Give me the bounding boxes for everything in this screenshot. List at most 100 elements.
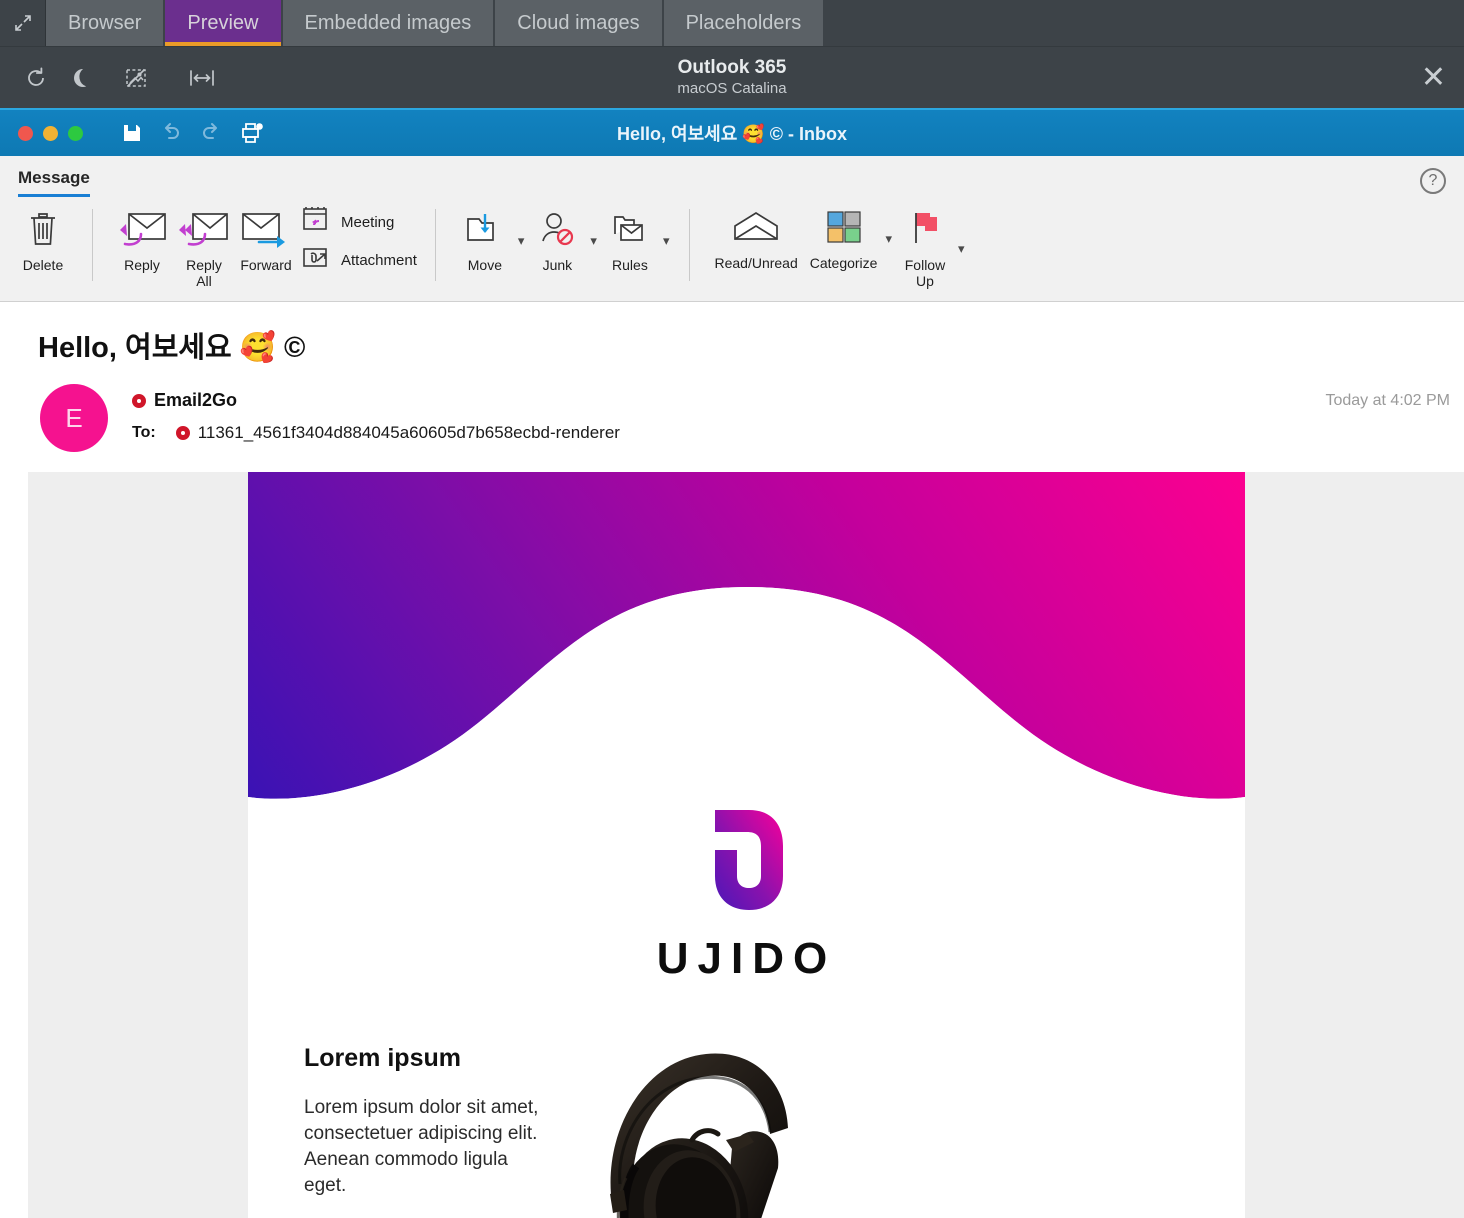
close-icon[interactable]: ✕ — [1421, 62, 1446, 93]
brand-wordmark: UJIDO — [656, 934, 837, 983]
minimize-yellow-dot[interactable] — [43, 125, 58, 141]
junk-label: Junk — [542, 257, 573, 273]
ribbon-separator — [689, 209, 691, 281]
ribbon-group-delete: Delete — [0, 205, 86, 291]
promo-heading: Lorem ipsum — [304, 1044, 461, 1072]
folder-move-icon — [462, 207, 508, 253]
traffic-lights — [0, 125, 83, 141]
maximize-green-dot[interactable] — [68, 125, 83, 141]
ujido-u-logo-icon — [701, 806, 793, 914]
hero-banner — [248, 472, 1245, 802]
hero-wave-shape — [248, 587, 1245, 802]
categorize-squares-icon — [821, 205, 867, 251]
move-button[interactable]: Move — [454, 205, 516, 275]
attachment-icon — [301, 244, 333, 277]
promo-section: Lorem ipsum Lorem ipsum dolor sit amet, … — [248, 984, 1245, 1218]
read-unread-button[interactable]: Read/Unread — [708, 205, 803, 271]
recipient-row: To: 11361_4561f3404d884045a60605d7b658ec… — [132, 423, 620, 443]
forward-envelope-icon — [239, 207, 293, 253]
respond-stacked-actions: Meeting Attachment — [297, 205, 417, 277]
follow-up-button[interactable]: Follow Up — [894, 205, 956, 291]
to-label: To: — [132, 424, 156, 441]
outlook-window: Hello, 여보세요 🥰 © - Inbox Message ? Delete… — [0, 108, 1464, 1218]
ribbon-tab-strip: Message — [0, 156, 1464, 197]
ribbon-group-move: Move ▾ Junk ▾ Rules ▾ — [442, 205, 684, 291]
undo-icon[interactable] — [159, 122, 183, 144]
ribbon-tab-message[interactable]: Message — [18, 168, 90, 197]
categorize-split-button[interactable]: Categorize ▾ — [804, 205, 894, 271]
dark-mode-moon-icon[interactable] — [64, 56, 108, 100]
trash-icon — [26, 207, 60, 253]
rules-split-button[interactable]: Rules ▾ — [599, 205, 672, 275]
follow-up-split-button[interactable]: Follow Up ▾ — [894, 205, 967, 291]
tab-label: Cloud images — [517, 11, 640, 34]
delete-button[interactable]: Delete — [12, 205, 74, 275]
ribbon-group-respond: Reply Reply All Forward Meeting Attachme… — [99, 205, 429, 291]
move-split-button[interactable]: Move ▾ — [454, 205, 527, 275]
refresh-icon[interactable] — [14, 56, 58, 100]
message-timestamp: Today at 4:02 PM — [1325, 392, 1450, 409]
presence-busy-icon — [132, 393, 146, 408]
preview-toolbar-icons — [0, 56, 224, 100]
tab-embedded-images[interactable]: Embedded images — [282, 0, 496, 46]
junk-split-button[interactable]: Junk ▾ — [526, 205, 599, 275]
categorize-label: Categorize — [809, 255, 878, 271]
reply-button[interactable]: Reply — [111, 205, 173, 275]
calendar-reply-icon — [301, 205, 333, 240]
forward-label: Forward — [240, 257, 292, 273]
delete-label: Delete — [22, 257, 64, 273]
tab-label: Preview — [187, 11, 259, 34]
attachment-button[interactable]: Attachment — [301, 244, 417, 277]
close-red-dot[interactable] — [18, 125, 33, 141]
tab-preview[interactable]: Preview — [165, 0, 283, 46]
junk-button[interactable]: Junk — [526, 205, 588, 275]
flag-icon — [903, 207, 947, 253]
follow-up-label: Follow Up — [904, 257, 946, 289]
sender-name[interactable]: Email2Go — [154, 390, 237, 411]
quick-access-toolbar — [121, 121, 265, 145]
follow-up-chevron-down-icon[interactable]: ▾ — [956, 241, 967, 257]
tab-browser[interactable]: Browser — [46, 0, 166, 46]
avatar[interactable]: E — [40, 384, 108, 452]
tab-label: Embedded images — [304, 11, 472, 34]
promo-text-block: Lorem ipsum Lorem ipsum dolor sit amet, … — [304, 1036, 554, 1218]
window-titlebar: Hello, 여보세요 🥰 © - Inbox — [0, 108, 1464, 156]
print-icon[interactable] — [239, 121, 265, 145]
reply-label: Reply — [124, 257, 160, 273]
reply-all-label: Reply All — [186, 257, 222, 289]
junk-chevron-down-icon[interactable]: ▾ — [588, 233, 599, 249]
ribbon-body: Delete Reply Reply All Forward Meeting A… — [0, 197, 1464, 301]
headphones-product-image — [574, 1036, 824, 1218]
move-label: Move — [467, 257, 502, 273]
forward-button[interactable]: Forward — [235, 205, 297, 275]
rules-button[interactable]: Rules — [599, 205, 661, 275]
sender-row: E Email2Go To: 11361_4561f3404d884045a60… — [0, 380, 1464, 452]
meeting-button[interactable]: Meeting — [301, 205, 417, 240]
app-tab-bar: Browser Preview Embedded images Cloud im… — [0, 0, 1464, 46]
redo-icon[interactable] — [199, 122, 223, 144]
tab-cloud-images[interactable]: Cloud images — [495, 0, 664, 46]
tab-label: Placeholders — [685, 11, 802, 34]
promo-paragraph: Lorem ipsum dolor sit amet, consectetuer… — [304, 1097, 539, 1196]
meeting-label: Meeting — [341, 214, 395, 231]
tab-placeholders[interactable]: Placeholders — [663, 0, 826, 46]
categorize-button[interactable]: Categorize — [804, 205, 884, 271]
save-icon[interactable] — [121, 122, 143, 144]
tab-label: Browser — [68, 11, 142, 34]
help-icon[interactable]: ? — [1420, 168, 1446, 194]
images-off-icon[interactable] — [114, 56, 158, 100]
ribbon: Message ? Delete Reply Reply All Forward… — [0, 156, 1464, 302]
email-body-viewport: UJIDO Lorem ipsum Lorem ipsum dolor sit … — [28, 472, 1464, 1218]
read-unread-label: Read/Unread — [714, 255, 798, 271]
move-chevron-down-icon[interactable]: ▾ — [516, 233, 527, 249]
fit-width-icon[interactable] — [180, 56, 224, 100]
rules-chevron-down-icon[interactable]: ▾ — [661, 233, 672, 249]
expand-arrows-icon[interactable] — [0, 0, 46, 46]
rules-folder-mail-icon — [607, 207, 653, 253]
tab-bar-filler — [825, 0, 1464, 46]
open-envelope-icon — [727, 205, 785, 251]
to-address[interactable]: 11361_4561f3404d884045a60605d7b658ecbd-r… — [198, 423, 620, 443]
reply-all-button[interactable]: Reply All — [173, 205, 235, 291]
categorize-chevron-down-icon[interactable]: ▾ — [883, 231, 894, 247]
ribbon-group-tags: Read/Unread Categorize ▾ Follow Up ▾ — [696, 205, 978, 291]
